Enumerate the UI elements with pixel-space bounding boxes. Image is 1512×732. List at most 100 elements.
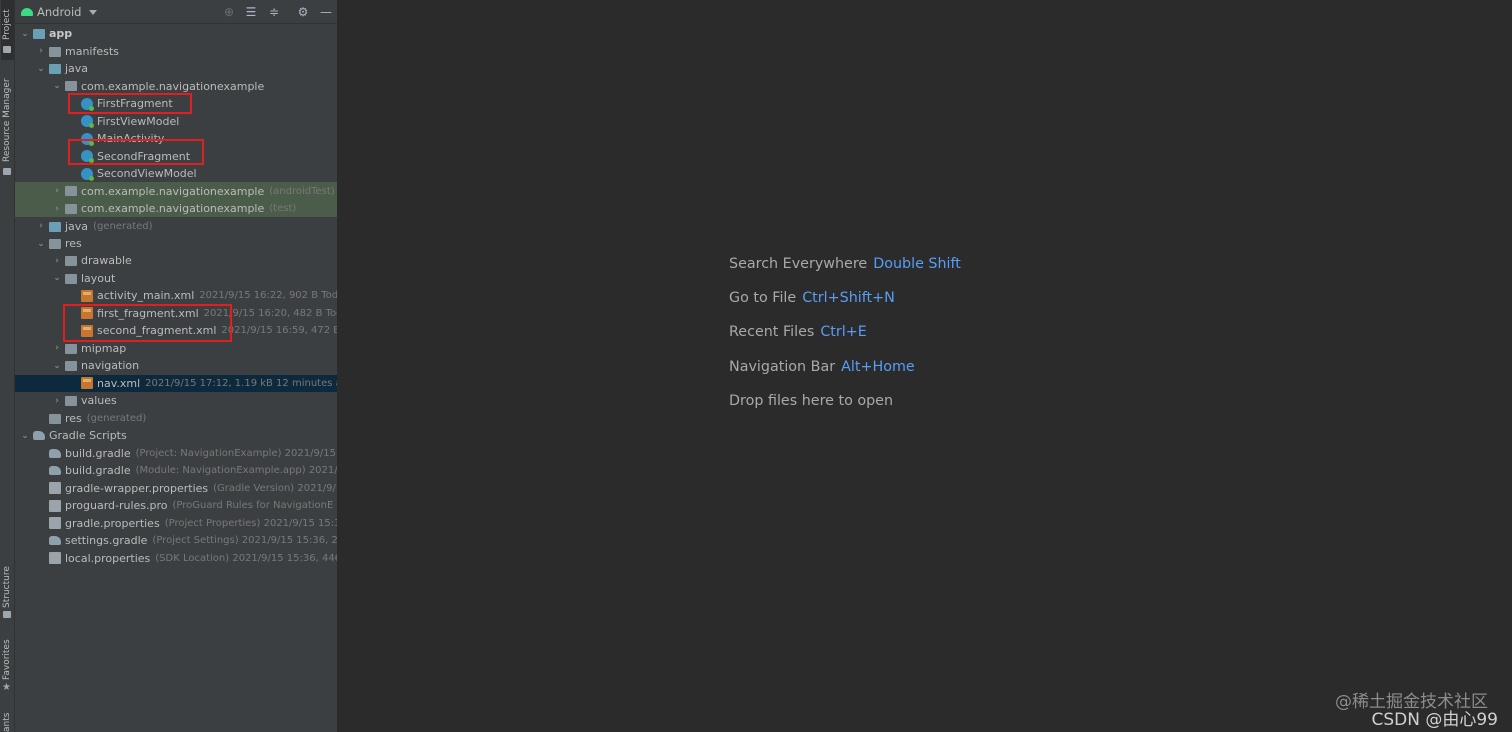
tab-favorites-label: Favorites bbox=[2, 639, 12, 680]
chevron-right-icon[interactable]: › bbox=[52, 204, 62, 214]
tree-item-name: nav.xml bbox=[97, 376, 141, 390]
tree-row[interactable]: MainActivity bbox=[15, 130, 337, 148]
tree-item-name: java bbox=[65, 62, 89, 76]
tree-item-name: proguard-rules.pro bbox=[65, 499, 168, 513]
tree-item-meta: (Project Properties) 2021/9/15 15:36 bbox=[164, 517, 338, 529]
tree-row[interactable]: › values bbox=[15, 392, 337, 410]
tree-row[interactable]: FirstViewModel bbox=[15, 112, 337, 130]
android-icon bbox=[21, 8, 33, 16]
chevron-down-icon[interactable]: ⌄ bbox=[20, 29, 30, 39]
tab-resource-manager-label: Resource Manager bbox=[2, 78, 12, 162]
folder-icon bbox=[49, 221, 61, 232]
xml-file-icon bbox=[81, 377, 93, 390]
chevron-down-icon[interactable]: ⌄ bbox=[52, 81, 62, 91]
tree-item-name: first_fragment.xml bbox=[97, 306, 199, 320]
module-icon bbox=[33, 28, 45, 39]
tree-row[interactable]: ⌄ java bbox=[15, 60, 337, 78]
tab-build-variants-label: ants bbox=[2, 712, 12, 732]
structure-icon bbox=[3, 611, 11, 618]
project-view-selector[interactable]: Android bbox=[21, 4, 98, 20]
chevron-right-icon[interactable]: › bbox=[52, 396, 62, 406]
tree-row[interactable]: first_fragment.xml 2021/9/15 16:20, 482 B… bbox=[15, 305, 337, 323]
tree-row[interactable]: › manifests bbox=[15, 42, 337, 60]
tree-row[interactable]: SecondViewModel bbox=[15, 165, 337, 183]
tree-row[interactable]: ⌄ Gradle Scripts bbox=[15, 427, 337, 445]
tree-row[interactable]: › mipmap bbox=[15, 340, 337, 358]
tree-row[interactable]: settings.gradle (Project Settings) 2021/9… bbox=[15, 532, 337, 550]
properties-icon bbox=[49, 517, 61, 530]
tree-item-name: SecondFragment bbox=[97, 149, 191, 163]
tree-item-meta: 2021/9/15 16:20, 482 B Today 1 bbox=[203, 307, 337, 319]
tree-row[interactable]: proguard-rules.pro (ProGuard Rules for Na… bbox=[15, 497, 337, 515]
tree-item-meta: 2021/9/15 16:59, 472 B 29 m bbox=[221, 325, 337, 337]
tab-project-label: Project bbox=[2, 9, 12, 40]
tree-row[interactable]: second_fragment.xml 2021/9/15 16:59, 472 … bbox=[15, 322, 337, 340]
tree-row[interactable]: › drawable bbox=[15, 252, 337, 270]
tree-row[interactable]: › com.example.navigationexample (test) bbox=[15, 199, 337, 218]
hide-panel-icon[interactable]: — bbox=[319, 5, 333, 19]
expand-all-icon[interactable]: ☰ bbox=[244, 5, 258, 19]
class-icon bbox=[81, 132, 94, 146]
tree-item-name: mipmap bbox=[81, 341, 127, 355]
folder-icon bbox=[65, 396, 77, 407]
chevron-right-icon[interactable]: › bbox=[52, 343, 62, 353]
chevron-down-icon[interactable]: ⌄ bbox=[36, 239, 46, 249]
tree-row[interactable]: gradle-wrapper.properties (Gradle Version… bbox=[15, 479, 337, 497]
xml-file-icon bbox=[81, 307, 93, 320]
tree-item-name: FirstFragment bbox=[97, 97, 173, 111]
chevron-right-icon[interactable]: › bbox=[36, 221, 46, 231]
tab-favorites[interactable]: Favorites ★ bbox=[1, 634, 14, 696]
tab-build-variants[interactable]: ants bbox=[1, 708, 14, 732]
tree-row[interactable]: FirstFragment bbox=[15, 95, 337, 113]
gear-icon[interactable]: ⚙ bbox=[296, 5, 310, 19]
tree-item-name: build.gradle bbox=[65, 464, 131, 478]
tab-project[interactable]: Project bbox=[1, 0, 14, 60]
class-icon bbox=[81, 167, 94, 181]
tree-row[interactable]: build.gradle (Project: NavigationExample)… bbox=[15, 445, 338, 463]
tree-item-meta: (generated) bbox=[93, 220, 153, 232]
class-icon bbox=[81, 150, 94, 164]
chevron-right-icon[interactable]: › bbox=[52, 186, 62, 196]
tree-row[interactable]: ⌄ app bbox=[15, 25, 337, 43]
tree-row[interactable]: SecondFragment bbox=[15, 147, 337, 165]
shortcut-hint-label: Search Everywhere bbox=[729, 256, 868, 272]
folder-icon bbox=[49, 46, 61, 57]
tree-row[interactable]: ⌄ navigation bbox=[15, 357, 337, 375]
tree-item-name: build.gradle bbox=[65, 446, 131, 460]
tree-item-meta: (Project: NavigationExample) 2021/9/15 1 bbox=[135, 447, 338, 459]
tree-item-name: second_fragment.xml bbox=[97, 324, 217, 338]
chevron-right-icon[interactable]: › bbox=[52, 256, 62, 266]
tab-structure-label: Structure bbox=[2, 566, 12, 608]
tree-item-name: MainActivity bbox=[97, 132, 165, 146]
tree-item-name: gradle-wrapper.properties bbox=[65, 481, 209, 495]
shortcut-hint: Recent Files Ctrl+E bbox=[729, 324, 961, 358]
collapse-all-icon[interactable]: ≑ bbox=[267, 5, 281, 19]
tree-row[interactable]: › java (generated) bbox=[15, 217, 337, 235]
folder-icon bbox=[49, 239, 61, 249]
tree-row[interactable]: nav.xml 2021/9/15 17:12, 1.19 kB 12 minut… bbox=[15, 374, 338, 393]
tree-row[interactable]: gradle.properties (Project Properties) 20… bbox=[15, 514, 338, 532]
tree-row[interactable]: activity_main.xml 2021/9/15 16:22, 902 B … bbox=[15, 287, 337, 305]
tree-item-name: com.example.navigationexample bbox=[81, 202, 265, 216]
chevron-right-icon[interactable]: › bbox=[36, 46, 46, 56]
tree-item-name: drawable bbox=[81, 254, 132, 268]
chevron-down-icon[interactable]: ⌄ bbox=[52, 361, 62, 371]
chevron-down-icon[interactable]: ⌄ bbox=[52, 273, 62, 283]
folder-icon bbox=[65, 256, 77, 267]
chevron-down-icon[interactable]: ⌄ bbox=[36, 64, 46, 74]
chevron-down-icon[interactable]: ⌄ bbox=[20, 431, 30, 441]
tree-row[interactable]: ⌄ layout bbox=[15, 270, 337, 288]
star-icon: ★ bbox=[2, 682, 11, 693]
tree-item-name: layout bbox=[81, 271, 116, 285]
tree-row[interactable]: build.gradle (Module: NavigationExample.a… bbox=[15, 462, 337, 480]
tree-row[interactable]: ⌄ res bbox=[15, 235, 337, 253]
tree-row[interactable]: ⌄ com.example.navigationexample bbox=[15, 77, 337, 95]
tree-row[interactable]: › com.example.navigationexample (androidTe… bbox=[15, 182, 337, 200]
tab-resource-manager[interactable]: Resource Manager bbox=[1, 66, 14, 178]
tree-item-meta: 2021/9/15 17:12, 1.19 kB 12 minutes ago bbox=[145, 377, 338, 389]
tab-structure[interactable]: Structure bbox=[1, 560, 14, 620]
shortcut-hint: Search Everywhere Double Shift bbox=[729, 256, 961, 290]
tree-row[interactable]: res (generated) bbox=[15, 410, 337, 428]
locate-icon[interactable]: ⊕ bbox=[222, 5, 236, 19]
tree-row[interactable]: local.properties (SDK Location) 2021/9/15… bbox=[15, 549, 337, 567]
